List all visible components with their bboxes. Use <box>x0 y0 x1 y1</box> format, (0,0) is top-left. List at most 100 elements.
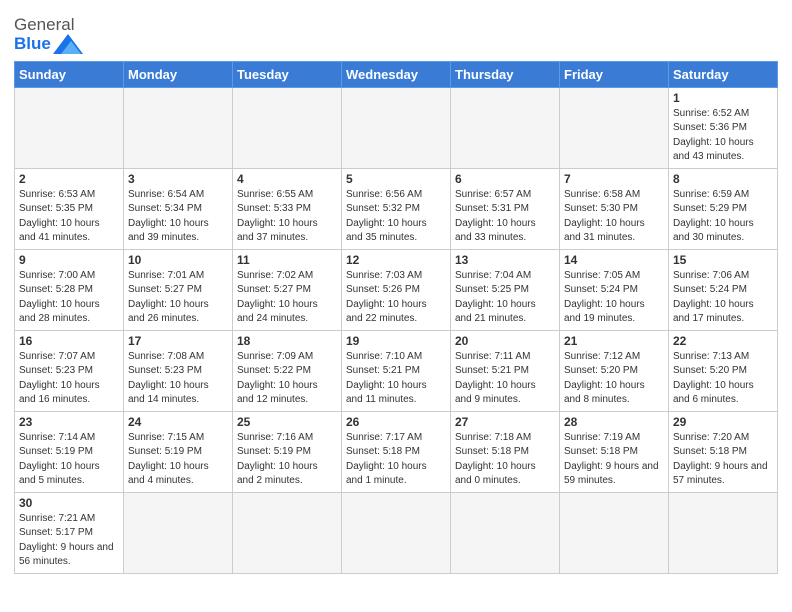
calendar-cell <box>233 492 342 573</box>
calendar: SundayMondayTuesdayWednesdayThursdayFrid… <box>14 61 778 574</box>
day-number: 1 <box>673 91 773 105</box>
calendar-cell: 24 Sunrise: 7:15 AMSunset: 5:19 PMDayligh… <box>124 411 233 492</box>
calendar-cell: 30Sunrise: 7:21 AMSunset: 5:17 PMDayligh… <box>15 492 124 573</box>
day-number: 7 <box>564 172 664 186</box>
calendar-cell <box>669 492 778 573</box>
sun-info: Sunrise: 7:05 AMSunset: 5:24 PMDaylight:… <box>564 269 664 327</box>
day-number: 26 <box>346 415 446 429</box>
sun-info: Sunrise: 6:55 AMSunset: 5:33 PMDaylight:… <box>237 188 337 246</box>
calendar-cell: 12 Sunrise: 7:03 AMSunset: 5:26 PMDayligh… <box>342 249 451 330</box>
calendar-cell: 13 Sunrise: 7:04 AMSunset: 5:25 PMDayligh… <box>451 249 560 330</box>
day-number: 19 <box>346 334 446 348</box>
sun-info: Sunrise: 7:15 AMSunset: 5:19 PMDaylight:… <box>128 431 228 489</box>
day-number: 27 <box>455 415 555 429</box>
sun-info: Sunrise: 7:07 AMSunset: 5:23 PMDaylight:… <box>19 350 119 408</box>
calendar-cell: 19 Sunrise: 7:10 AMSunset: 5:21 PMDayligh… <box>342 330 451 411</box>
sun-info: Sunrise: 7:00 AMSunset: 5:28 PMDaylight:… <box>19 269 119 327</box>
day-number: 25 <box>237 415 337 429</box>
calendar-cell: 16 Sunrise: 7:07 AMSunset: 5:23 PMDayligh… <box>15 330 124 411</box>
calendar-cell: 2 Sunrise: 6:53 AMSunset: 5:35 PMDaylight… <box>15 168 124 249</box>
day-number: 4 <box>237 172 337 186</box>
sun-info: Sunrise: 7:20 AMSunset: 5:18 PMDaylight:… <box>673 431 773 489</box>
sun-info: Sunrise: 7:03 AMSunset: 5:26 PMDaylight:… <box>346 269 446 327</box>
day-number: 15 <box>673 253 773 267</box>
calendar-cell <box>342 492 451 573</box>
sun-info: Sunrise: 7:06 AMSunset: 5:24 PMDaylight:… <box>673 269 773 327</box>
day-number: 9 <box>19 253 119 267</box>
sun-info: Sunrise: 6:52 AMSunset: 5:36 PMDaylight:… <box>673 107 773 165</box>
sun-info: Sunrise: 7:02 AMSunset: 5:27 PMDaylight:… <box>237 269 337 327</box>
calendar-cell: 6 Sunrise: 6:57 AMSunset: 5:31 PMDaylight… <box>451 168 560 249</box>
calendar-cell: 9 Sunrise: 7:00 AMSunset: 5:28 PMDaylight… <box>15 249 124 330</box>
day-number: 10 <box>128 253 228 267</box>
calendar-cell: 26 Sunrise: 7:17 AMSunset: 5:18 PMDayligh… <box>342 411 451 492</box>
day-number: 21 <box>564 334 664 348</box>
calendar-cell: 8Sunrise: 6:59 AMSunset: 5:29 PMDaylight… <box>669 168 778 249</box>
calendar-cell: 20 Sunrise: 7:11 AMSunset: 5:21 PMDayligh… <box>451 330 560 411</box>
calendar-cell <box>451 492 560 573</box>
calendar-cell <box>233 87 342 168</box>
sun-info: Sunrise: 6:58 AMSunset: 5:30 PMDaylight:… <box>564 188 664 246</box>
weekday-header-sunday: Sunday <box>15 61 124 87</box>
calendar-cell: 29 Sunrise: 7:20 AMSunset: 5:18 PMDayligh… <box>669 411 778 492</box>
weekday-header-friday: Friday <box>560 61 669 87</box>
weekday-header-wednesday: Wednesday <box>342 61 451 87</box>
calendar-cell <box>560 87 669 168</box>
calendar-cell: 4 Sunrise: 6:55 AMSunset: 5:33 PMDaylight… <box>233 168 342 249</box>
sun-info: Sunrise: 7:19 AMSunset: 5:18 PMDaylight:… <box>564 431 664 489</box>
calendar-cell: 10 Sunrise: 7:01 AMSunset: 5:27 PMDayligh… <box>124 249 233 330</box>
sun-info: Sunrise: 7:08 AMSunset: 5:23 PMDaylight:… <box>128 350 228 408</box>
week-row-6: 30Sunrise: 7:21 AMSunset: 5:17 PMDayligh… <box>15 492 778 573</box>
sun-info: Sunrise: 7:09 AMSunset: 5:22 PMDaylight:… <box>237 350 337 408</box>
day-number: 13 <box>455 253 555 267</box>
calendar-cell: 14Sunrise: 7:05 AMSunset: 5:24 PMDayligh… <box>560 249 669 330</box>
day-number: 18 <box>237 334 337 348</box>
day-number: 22 <box>673 334 773 348</box>
sun-info: Sunrise: 7:10 AMSunset: 5:21 PMDaylight:… <box>346 350 446 408</box>
day-number: 6 <box>455 172 555 186</box>
calendar-cell: 5Sunrise: 6:56 AMSunset: 5:32 PMDaylight… <box>342 168 451 249</box>
calendar-cell: 21 Sunrise: 7:12 AMSunset: 5:20 PMDayligh… <box>560 330 669 411</box>
sun-info: Sunrise: 7:16 AMSunset: 5:19 PMDaylight:… <box>237 431 337 489</box>
day-number: 5 <box>346 172 446 186</box>
week-row-4: 16 Sunrise: 7:07 AMSunset: 5:23 PMDayligh… <box>15 330 778 411</box>
calendar-cell: 22 Sunrise: 7:13 AMSunset: 5:20 PMDayligh… <box>669 330 778 411</box>
day-number: 20 <box>455 334 555 348</box>
weekday-header-monday: Monday <box>124 61 233 87</box>
calendar-cell <box>124 492 233 573</box>
logo-icon <box>53 33 83 55</box>
calendar-cell: 15 Sunrise: 7:06 AMSunset: 5:24 PMDayligh… <box>669 249 778 330</box>
sun-info: Sunrise: 6:57 AMSunset: 5:31 PMDaylight:… <box>455 188 555 246</box>
calendar-cell: 1 Sunrise: 6:52 AMSunset: 5:36 PMDaylight… <box>669 87 778 168</box>
calendar-cell <box>451 87 560 168</box>
week-row-2: 2 Sunrise: 6:53 AMSunset: 5:35 PMDaylight… <box>15 168 778 249</box>
sun-info: Sunrise: 7:12 AMSunset: 5:20 PMDaylight:… <box>564 350 664 408</box>
sun-info: Sunrise: 6:59 AMSunset: 5:29 PMDaylight:… <box>673 188 773 246</box>
day-number: 12 <box>346 253 446 267</box>
weekday-header-thursday: Thursday <box>451 61 560 87</box>
sun-info: Sunrise: 7:01 AMSunset: 5:27 PMDaylight:… <box>128 269 228 327</box>
calendar-cell: 23 Sunrise: 7:14 AMSunset: 5:19 PMDayligh… <box>15 411 124 492</box>
sun-info: Sunrise: 7:13 AMSunset: 5:20 PMDaylight:… <box>673 350 773 408</box>
calendar-cell <box>560 492 669 573</box>
sun-info: Sunrise: 6:53 AMSunset: 5:35 PMDaylight:… <box>19 188 119 246</box>
calendar-cell <box>124 87 233 168</box>
sun-info: Sunrise: 7:11 AMSunset: 5:21 PMDaylight:… <box>455 350 555 408</box>
page: General Blue SundayMondayTuesdayWednesda… <box>0 0 792 584</box>
sun-info: Sunrise: 7:17 AMSunset: 5:18 PMDaylight:… <box>346 431 446 489</box>
calendar-cell: 17Sunrise: 7:08 AMSunset: 5:23 PMDayligh… <box>124 330 233 411</box>
calendar-cell: 7 Sunrise: 6:58 AMSunset: 5:30 PMDaylight… <box>560 168 669 249</box>
week-row-5: 23 Sunrise: 7:14 AMSunset: 5:19 PMDayligh… <box>15 411 778 492</box>
sun-info: Sunrise: 7:14 AMSunset: 5:19 PMDaylight:… <box>19 431 119 489</box>
week-row-3: 9 Sunrise: 7:00 AMSunset: 5:28 PMDaylight… <box>15 249 778 330</box>
day-number: 23 <box>19 415 119 429</box>
day-number: 24 <box>128 415 228 429</box>
day-number: 16 <box>19 334 119 348</box>
day-number: 29 <box>673 415 773 429</box>
day-number: 28 <box>564 415 664 429</box>
sun-info: Sunrise: 7:04 AMSunset: 5:25 PMDaylight:… <box>455 269 555 327</box>
day-number: 2 <box>19 172 119 186</box>
sun-info: Sunrise: 7:21 AMSunset: 5:17 PMDaylight:… <box>19 512 119 570</box>
logo-blue: Blue <box>14 35 83 55</box>
calendar-cell: 3Sunrise: 6:54 AMSunset: 5:34 PMDaylight… <box>124 168 233 249</box>
